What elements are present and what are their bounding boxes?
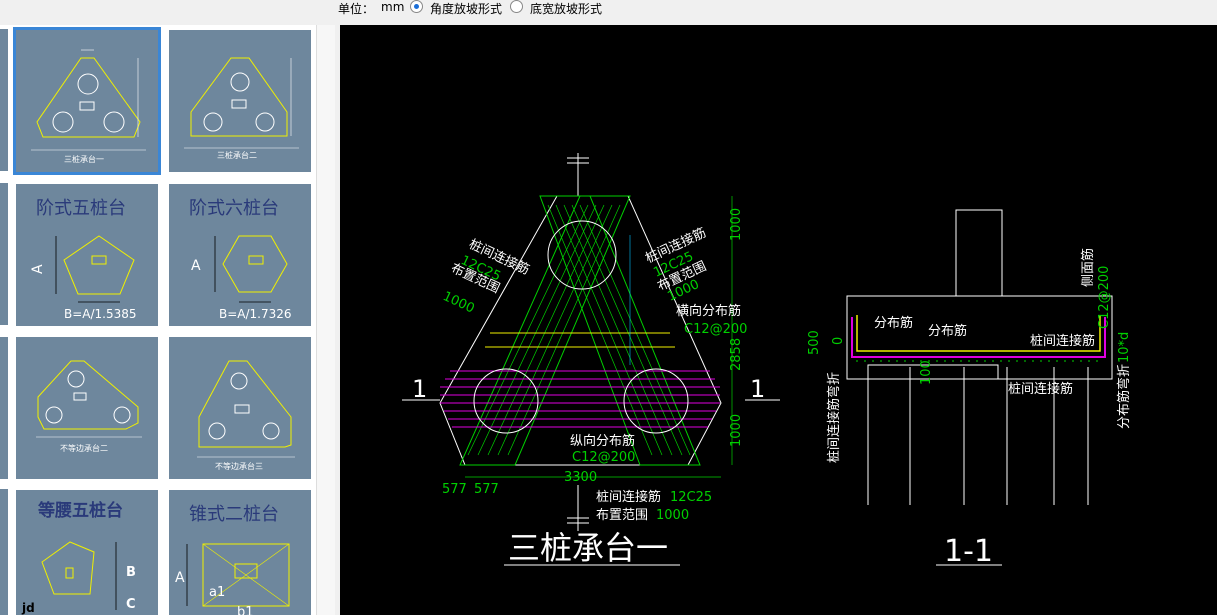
tile-three-pile-cap-2[interactable]: 三桩承台二 <box>169 30 311 172</box>
width-slope-radio[interactable] <box>510 0 523 13</box>
tile-isosceles-five-pile[interactable]: 等腰五桩台 B C jd <box>16 490 158 615</box>
tile-var-a: A <box>175 570 185 586</box>
tile-title: 等腰五桩台 <box>38 500 123 521</box>
angle-slope-label[interactable]: 角度放坡形式 <box>430 0 502 17</box>
unequal-cap-2-icon: 不等边承台二 <box>36 360 142 453</box>
tile-unequal-cap-3[interactable]: 不等边承台三 <box>169 337 311 479</box>
tile-caption: 不等边承台二 <box>60 443 108 453</box>
tile-title: 阶式五桩台 <box>36 198 126 219</box>
dim-width: 3300 <box>564 470 597 485</box>
label-bottom-link: 桩间连接筋 <box>596 489 661 505</box>
plan-title: 三桩承台一 <box>508 529 668 567</box>
cone-two-pile-icon: 锥式二桩台 A a1 b1 B <box>175 504 290 615</box>
section-side-spec: C12@200 <box>1097 266 1112 329</box>
stepped-five-pile-icon: 阶式五桩台 A B=A/1.5385 <box>30 198 137 321</box>
tile-var: A <box>191 258 201 274</box>
width-slope-label[interactable]: 底宽放坡形式 <box>530 0 602 17</box>
section-link-bend: 桩间连接筋弯折 <box>826 372 842 463</box>
tile-var-c: C <box>126 597 136 612</box>
tile-caption: 三桩承台一 <box>64 154 104 164</box>
dim-middle: 2858 <box>729 338 744 371</box>
label-transverse-spec: C12@200 <box>684 322 747 337</box>
dim-bottom: 1000 <box>729 414 744 447</box>
section-mark-left: 1 <box>412 375 427 403</box>
tile-var-b: B <box>126 565 136 580</box>
three-pile-cap-1-icon: 三桩承台一 <box>31 49 146 164</box>
gallery-scrollbar[interactable] <box>316 25 335 615</box>
section-mark-right: 1 <box>750 375 765 403</box>
three-pile-cap-2-icon: 三桩承台二 <box>184 57 299 160</box>
tile-var-a1: a1 <box>209 585 225 600</box>
tile-caption: 三桩承台二 <box>217 150 257 160</box>
cad-drawing: 1 1 桩间连接筋 12C25 布置范围 1000 桩间连接筋 12C25 布置… <box>402 153 1132 569</box>
section-pile-link2: 桩间连接筋 <box>1008 381 1073 397</box>
tile-edge[interactable] <box>0 489 8 615</box>
angle-slope-radio[interactable] <box>410 0 423 13</box>
tile-var: A <box>30 264 46 274</box>
tile-three-pile-cap-1[interactable]: 三桩承台一 <box>13 27 161 175</box>
pile-cap-gallery[interactable]: 三桩承台一 三桩承台二 阶式五桩台 A B=A/1.5385 阶式六桩台 A B… <box>0 25 335 615</box>
unit-label: 单位： <box>338 2 375 16</box>
tile-formula: B=A/1.5385 <box>64 307 137 321</box>
label-longitudinal: 纵向分布筋 <box>570 433 635 449</box>
tile-caption: 不等边承台三 <box>215 461 263 471</box>
isosceles-five-pile-icon: 等腰五桩台 B C jd <box>21 500 136 615</box>
label-bottom-range-val: 1000 <box>656 508 689 523</box>
section-height: 500 <box>807 330 822 355</box>
unequal-cap-3-icon: 不等边承台三 <box>197 360 295 471</box>
section-tend: 10*d <box>1117 332 1132 363</box>
tile-unequal-cap-2[interactable]: 不等边承台二 <box>16 337 158 479</box>
unit-value: mm <box>381 0 405 14</box>
tile-formula: B=A/1.7326 <box>219 307 292 321</box>
stepped-six-pile-icon: 阶式六桩台 A B=A/1.7326 <box>189 198 292 321</box>
section-dist-bend: 分布筋弯折 <box>1116 364 1132 429</box>
tile-edge[interactable] <box>0 337 8 479</box>
cad-preview: 1 1 桩间连接筋 12C25 布置范围 1000 桩间连接筋 12C25 布置… <box>340 25 1217 615</box>
tile-stepped-six-pile[interactable]: 阶式六桩台 A B=A/1.7326 <box>169 184 311 326</box>
tile-title: 阶式六桩台 <box>189 198 279 219</box>
tile-var-jd: jd <box>21 601 35 615</box>
tile-var-b1: b1 <box>237 605 254 615</box>
dim-left2: 577 <box>474 482 499 497</box>
tile-cone-two-pile[interactable]: 锥式二桩台 A a1 b1 B <box>169 490 311 615</box>
label-bottom-link-spec: 12C25 <box>670 490 712 505</box>
section-zero: 0 <box>831 337 846 345</box>
tile-title: 锥式二桩台 <box>189 504 279 525</box>
label-range-left-val: 1000 <box>440 289 476 317</box>
dim-top: 1000 <box>729 208 744 241</box>
section-hundred: 100 <box>919 360 934 385</box>
section-dist2: 分布筋 <box>928 323 967 339</box>
tile-edge[interactable] <box>0 29 8 171</box>
tile-stepped-five-pile[interactable]: 阶式五桩台 A B=A/1.5385 <box>16 184 158 326</box>
dim-left1: 577 <box>442 482 467 497</box>
label-transverse: 横向分布筋 <box>676 303 741 319</box>
section-dist1: 分布筋 <box>874 315 913 331</box>
section-title: 1-1 <box>944 534 993 569</box>
label-longitudinal-spec: C12@200 <box>572 450 635 465</box>
label-bottom-range: 布置范围 <box>596 508 648 523</box>
unit-toolbar: 单位： mm 角度放坡形式 底宽放坡形式 <box>0 0 1217 25</box>
section-pile-link: 桩间连接筋 <box>1030 333 1095 349</box>
tile-edge[interactable] <box>0 183 8 325</box>
section-side-bar: 侧面筋 <box>1080 248 1096 287</box>
